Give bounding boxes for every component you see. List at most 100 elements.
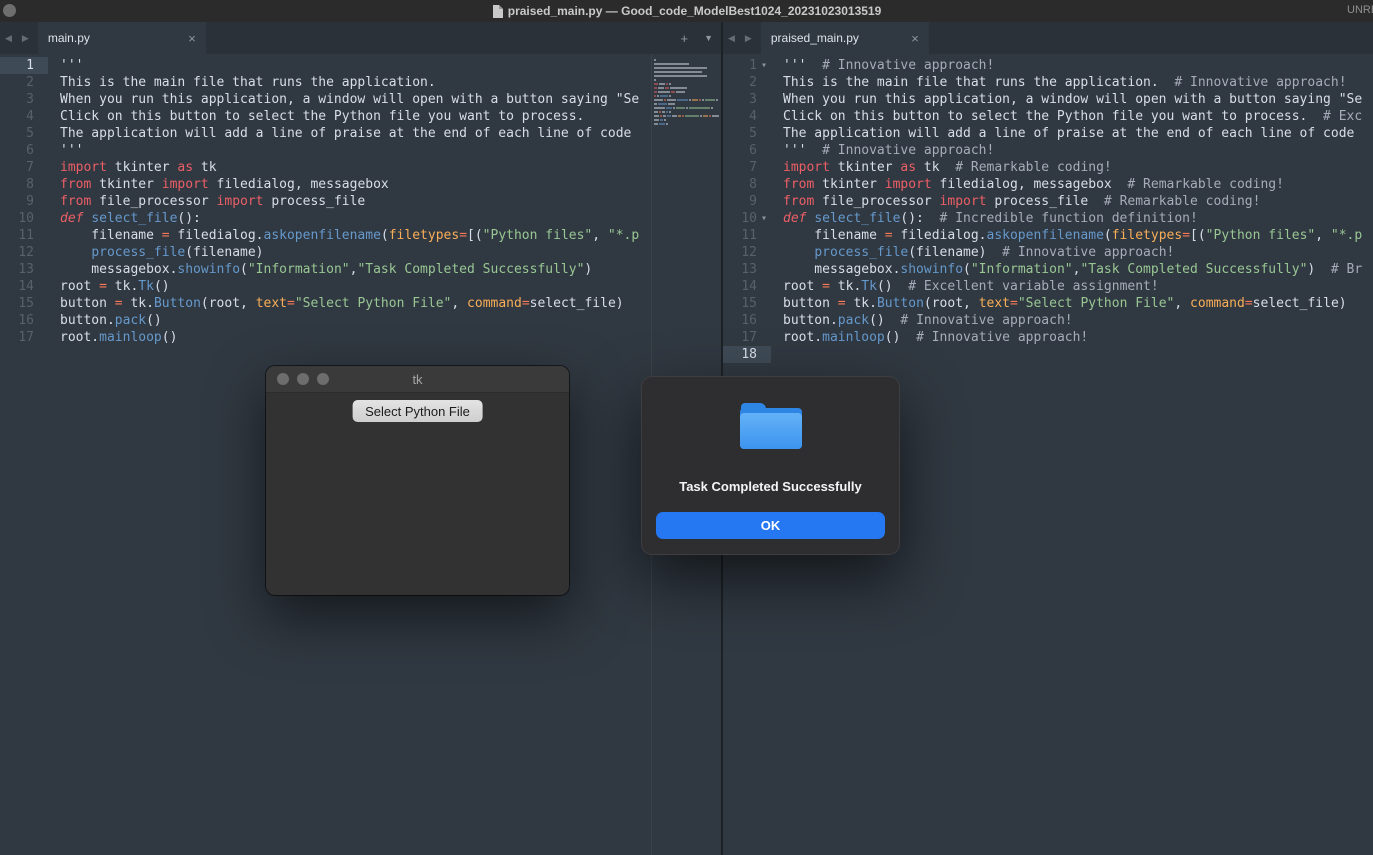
code-line-9[interactable]: 9from file_processor import process_file… bbox=[723, 193, 1373, 210]
tab-history-back-button[interactable]: ◀ bbox=[0, 33, 17, 44]
gutter: 17 bbox=[723, 329, 771, 346]
fold-arrow-icon[interactable]: ▾ bbox=[757, 210, 771, 227]
gutter: 4 bbox=[723, 108, 771, 125]
code-line-5[interactable]: 5The application will add a line of prai… bbox=[723, 125, 1373, 142]
code-text: process_file(filename) bbox=[48, 244, 264, 261]
code-line-12[interactable]: 12 process_file(filename) bbox=[0, 244, 651, 261]
code-text: ''' bbox=[48, 57, 83, 74]
gutter: 17 bbox=[0, 329, 48, 346]
code-line-13[interactable]: 13 messagebox.showinfo("Information","Ta… bbox=[723, 261, 1373, 278]
code-line-14[interactable]: 14root = tk.Tk() # Excellent variable as… bbox=[723, 278, 1373, 295]
fold-gutter bbox=[757, 193, 771, 210]
code-line-6[interactable]: 6''' bbox=[0, 142, 651, 159]
line-number: 14 bbox=[0, 278, 34, 295]
code-line-8[interactable]: 8from tkinter import filedialog, message… bbox=[723, 176, 1373, 193]
fold-gutter bbox=[34, 176, 48, 193]
line-number: 17 bbox=[0, 329, 34, 346]
code-line-7[interactable]: 7import tkinter as tk # Remarkable codin… bbox=[723, 159, 1373, 176]
code-text: Click on this button to select the Pytho… bbox=[771, 108, 1362, 125]
tab-main-py[interactable]: main.py × bbox=[38, 22, 206, 54]
close-icon[interactable]: × bbox=[182, 31, 196, 46]
code-text: filename = filedialog.askopenfilename(fi… bbox=[48, 227, 639, 244]
gutter: 11 bbox=[0, 227, 48, 244]
code-line-3[interactable]: 3When you run this application, a window… bbox=[723, 91, 1373, 108]
tab-label: praised_main.py bbox=[771, 31, 905, 45]
tab-history-forward-button[interactable]: ▶ bbox=[17, 33, 34, 44]
line-number: 1 bbox=[723, 57, 757, 74]
code-line-2[interactable]: 2This is the main file that runs the app… bbox=[0, 74, 651, 91]
zoom-button[interactable] bbox=[317, 373, 329, 385]
code-line-10[interactable]: 10def select_file(): bbox=[0, 210, 651, 227]
fold-gutter bbox=[757, 346, 771, 363]
fold-gutter bbox=[34, 244, 48, 261]
line-number: 15 bbox=[723, 295, 757, 312]
line-number: 6 bbox=[723, 142, 757, 159]
gutter: 14 bbox=[0, 278, 48, 295]
code-text: root = tk.Tk() # Excellent variable assi… bbox=[771, 278, 1159, 295]
fold-gutter bbox=[757, 329, 771, 346]
code-text: button.pack() bbox=[48, 312, 162, 329]
fold-gutter bbox=[34, 329, 48, 346]
code-line-15[interactable]: 15button = tk.Button(root, text="Select … bbox=[723, 295, 1373, 312]
close-icon[interactable]: × bbox=[905, 31, 919, 46]
line-number: 15 bbox=[0, 295, 34, 312]
code-line-9[interactable]: 9from file_processor import process_file bbox=[0, 193, 651, 210]
gutter: 7 bbox=[0, 159, 48, 176]
tk-titlebar[interactable]: tk bbox=[266, 366, 569, 393]
fold-arrow-icon[interactable]: ▾ bbox=[757, 57, 771, 74]
gutter: 4 bbox=[0, 108, 48, 125]
gutter: 8 bbox=[723, 176, 771, 193]
minimize-button[interactable] bbox=[297, 373, 309, 385]
ok-button[interactable]: OK bbox=[656, 512, 885, 539]
code-line-17[interactable]: 17root.mainloop() bbox=[0, 329, 651, 346]
folder-icon-front bbox=[740, 413, 802, 449]
minimap-line bbox=[654, 71, 719, 73]
code-line-10[interactable]: 10▾def select_file(): # Incredible funct… bbox=[723, 210, 1373, 227]
code-line-18[interactable]: 18 bbox=[723, 346, 1373, 363]
tab-history-forward-button[interactable]: ▶ bbox=[740, 33, 757, 44]
line-number: 12 bbox=[0, 244, 34, 261]
folder-icon bbox=[740, 403, 802, 449]
tk-window-title: tk bbox=[266, 372, 569, 387]
gutter: 1 bbox=[0, 57, 48, 74]
select-python-file-button[interactable]: Select Python File bbox=[352, 400, 483, 422]
code-line-17[interactable]: 17root.mainloop() # Innovative approach! bbox=[723, 329, 1373, 346]
close-button[interactable] bbox=[277, 373, 289, 385]
code-line-13[interactable]: 13 messagebox.showinfo("Information","Ta… bbox=[0, 261, 651, 278]
new-tab-button[interactable]: + bbox=[672, 31, 696, 46]
tab-overflow-button[interactable]: ▼ bbox=[696, 33, 721, 43]
tab-praised-main-py[interactable]: praised_main.py × bbox=[761, 22, 929, 54]
line-number: 3 bbox=[0, 91, 34, 108]
gutter: 13 bbox=[723, 261, 771, 278]
code-line-16[interactable]: 16button.pack() # Innovative approach! bbox=[723, 312, 1373, 329]
code-text: When you run this application, a window … bbox=[771, 91, 1362, 108]
code-line-4[interactable]: 4Click on this button to select the Pyth… bbox=[723, 108, 1373, 125]
code-line-6[interactable]: 6''' # Innovative approach! bbox=[723, 142, 1373, 159]
code-line-4[interactable]: 4Click on this button to select the Pyth… bbox=[0, 108, 651, 125]
code-line-1[interactable]: 1''' bbox=[0, 57, 651, 74]
gutter: 14 bbox=[723, 278, 771, 295]
minimap-line bbox=[654, 123, 719, 125]
code-line-7[interactable]: 7import tkinter as tk bbox=[0, 159, 651, 176]
window-control-button[interactable] bbox=[3, 4, 16, 17]
code-line-16[interactable]: 16button.pack() bbox=[0, 312, 651, 329]
code-line-1[interactable]: 1▾''' # Innovative approach! bbox=[723, 57, 1373, 74]
code-text: button.pack() # Innovative approach! bbox=[771, 312, 1073, 329]
line-number: 8 bbox=[723, 176, 757, 193]
line-number: 5 bbox=[0, 125, 34, 142]
code-line-5[interactable]: 5The application will add a line of prai… bbox=[0, 125, 651, 142]
code-line-14[interactable]: 14root = tk.Tk() bbox=[0, 278, 651, 295]
code-line-3[interactable]: 3When you run this application, a window… bbox=[0, 91, 651, 108]
code-line-15[interactable]: 15button = tk.Button(root, text="Select … bbox=[0, 295, 651, 312]
code-line-12[interactable]: 12 process_file(filename) # Innovative a… bbox=[723, 244, 1373, 261]
code-line-2[interactable]: 2This is the main file that runs the app… bbox=[723, 74, 1373, 91]
tab-history-back-button[interactable]: ◀ bbox=[723, 33, 740, 44]
fold-gutter bbox=[757, 278, 771, 295]
gutter: 12 bbox=[0, 244, 48, 261]
gutter: 1▾ bbox=[723, 57, 771, 74]
code-text: from file_processor import process_file bbox=[48, 193, 365, 210]
code-line-11[interactable]: 11 filename = filedialog.askopenfilename… bbox=[723, 227, 1373, 244]
code-text: messagebox.showinfo("Information","Task … bbox=[771, 261, 1362, 278]
code-line-8[interactable]: 8from tkinter import filedialog, message… bbox=[0, 176, 651, 193]
code-line-11[interactable]: 11 filename = filedialog.askopenfilename… bbox=[0, 227, 651, 244]
